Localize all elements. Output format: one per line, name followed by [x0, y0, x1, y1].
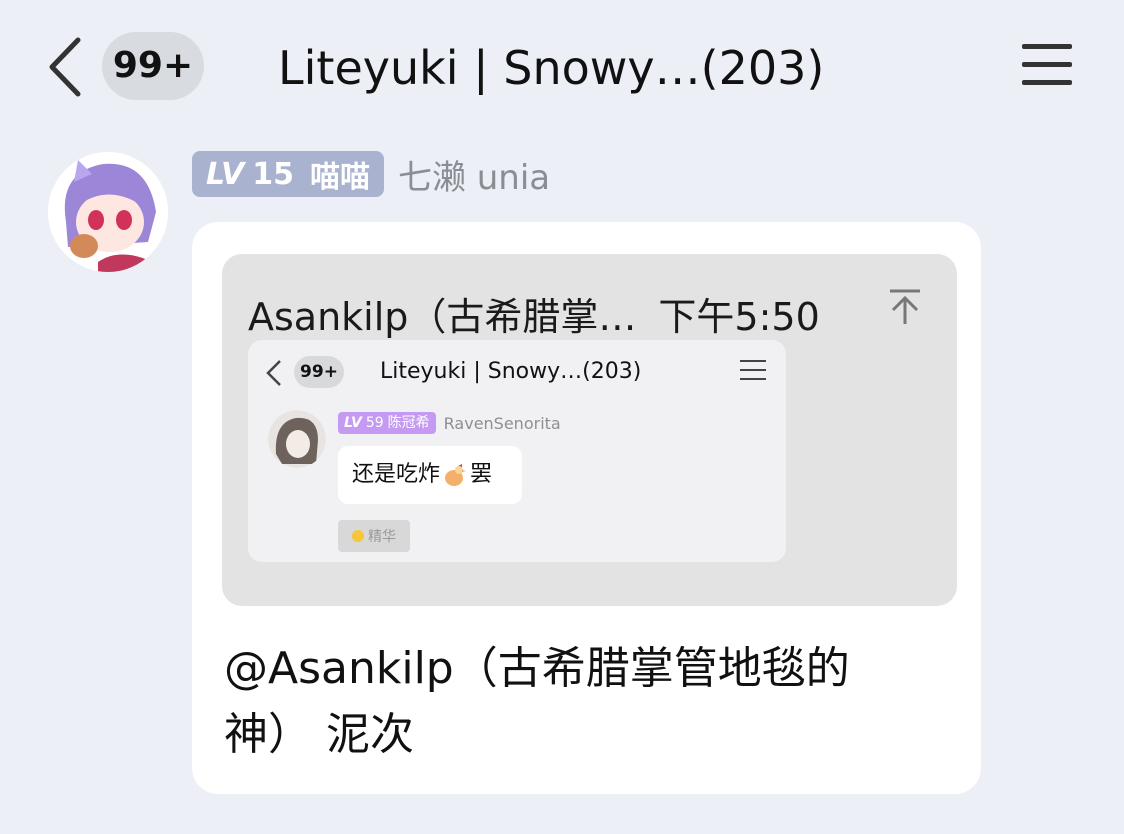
unread-count-badge[interactable]: 99+: [102, 32, 204, 100]
quote-header: Asankilp（古希腊掌… 下午5:50: [248, 286, 820, 341]
sender-avatar[interactable]: [48, 152, 168, 272]
screenshot-sender-info: LV 59 陈冠希 RavenSenorita: [338, 412, 561, 434]
sender-info: LV 15 喵喵 七濑 unia: [192, 150, 550, 198]
menu-icon: [740, 360, 766, 387]
chat-header: 99+ Liteyuki | Snowy…(203): [0, 0, 1124, 135]
back-arrow-icon[interactable]: [44, 36, 84, 98]
message-text-line-1: @Asankilp（古希腊掌管地毯的: [224, 643, 850, 694]
quoted-message[interactable]: Asankilp（古希腊掌… 下午5:50 99+ Liteyuki | Snow…: [222, 254, 957, 606]
screenshot-message-bubble: 还是吃炸 罢: [338, 446, 522, 504]
screenshot-sender-avatar: [268, 410, 326, 468]
sender-name[interactable]: 七濑 unia: [398, 150, 550, 199]
menu-icon[interactable]: [1022, 44, 1072, 88]
flame-icon: [352, 530, 364, 542]
screenshot-essence-tag: 精华: [338, 520, 410, 552]
member-title: 喵喵: [309, 160, 370, 195]
jump-to-original-icon[interactable]: [888, 288, 922, 326]
quoted-screenshot-image[interactable]: 99+ Liteyuki | Snowy…(203) LV 59 陈冠希 Raven…: [248, 340, 786, 562]
chat-title[interactable]: Liteyuki | Snowy…(203): [278, 36, 824, 100]
screenshot-sender-name: RavenSenorita: [443, 413, 561, 433]
quote-time: 下午5:50: [658, 295, 820, 339]
message-text: @Asankilp（古希腊掌管地毯的 神） 泥次: [224, 636, 944, 768]
level-number: 15: [252, 156, 294, 192]
back-arrow-icon: [266, 360, 281, 386]
message-text-line-2: 神） 泥次: [224, 709, 414, 760]
chicken-icon: [445, 464, 467, 486]
level-badge: LV 15 喵喵: [192, 151, 384, 197]
message-bubble[interactable]: Asankilp（古希腊掌… 下午5:50 99+ Liteyuki | Snow…: [192, 222, 981, 794]
screenshot-level-badge: LV 59 陈冠希: [338, 412, 436, 434]
screenshot-unread-badge: 99+: [294, 356, 344, 388]
quote-author: Asankilp（古希腊掌…: [248, 295, 637, 339]
screenshot-chat-title: Liteyuki | Snowy…(203): [380, 359, 642, 384]
level-prefix: LV: [206, 156, 245, 192]
